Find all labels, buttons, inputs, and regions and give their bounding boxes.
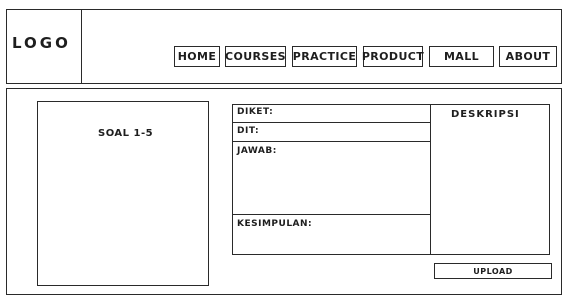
nav-home[interactable]: HOME (174, 46, 220, 67)
upload-button[interactable]: UPLOAD (434, 263, 552, 279)
description-label: DESKRIPSI (451, 109, 520, 120)
nav-product[interactable]: PRODUCT (362, 46, 424, 67)
nav-courses[interactable]: COURSES (225, 46, 286, 67)
dit-field[interactable] (232, 122, 432, 142)
description-panel (430, 104, 550, 255)
kesimpulan-label: KESIMPULAN: (237, 219, 313, 229)
nav-about[interactable]: ABOUT (499, 46, 557, 67)
nav-mall[interactable]: MALL (429, 46, 494, 67)
logo: LOGO (12, 34, 71, 52)
dit-label: DIT: (237, 126, 260, 136)
upload-button-label: UPLOAD (473, 266, 513, 276)
diket-label: DIKET: (237, 107, 274, 117)
jawab-label: JAWAB: (237, 146, 277, 156)
nav-practice[interactable]: PRACTICE (292, 46, 357, 67)
question-label: SOAL 1-5 (98, 128, 154, 139)
